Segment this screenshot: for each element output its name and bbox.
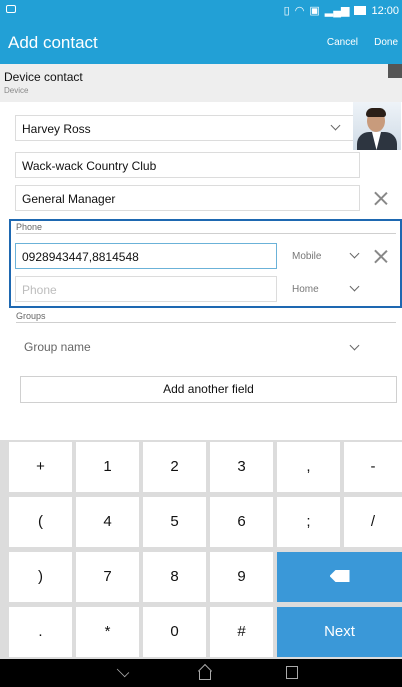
- company-field[interactable]: Wack-wack Country Club: [15, 152, 360, 178]
- contact-photo[interactable]: [353, 102, 401, 150]
- key-close-paren[interactable]: ): [9, 552, 72, 602]
- key-slash[interactable]: /: [344, 497, 402, 547]
- phone-type-1[interactable]: Mobile: [292, 251, 321, 262]
- page-title: Add contact: [8, 33, 98, 52]
- phone-section-label: Phone: [16, 222, 43, 232]
- job-title-field[interactable]: General Manager: [15, 185, 360, 211]
- key-semicolon[interactable]: ;: [277, 497, 340, 547]
- wifi-icon: ◠: [294, 5, 305, 17]
- add-another-field-button[interactable]: Add another field: [20, 376, 397, 403]
- home-icon[interactable]: [198, 665, 212, 680]
- backspace-icon: [329, 570, 350, 582]
- key-plus[interactable]: +: [9, 442, 72, 492]
- key-9[interactable]: 9: [210, 552, 273, 602]
- key-6[interactable]: 6: [210, 497, 273, 547]
- phone-type-1-chevron-icon[interactable]: [350, 250, 360, 260]
- clock: 12:00: [371, 4, 399, 17]
- battery-icon: [354, 6, 367, 15]
- hide-keyboard-icon[interactable]: [116, 664, 130, 678]
- groups-divider: [16, 322, 396, 323]
- key-7[interactable]: 7: [76, 552, 139, 602]
- key-5[interactable]: 5: [143, 497, 206, 547]
- status-bar: ▯ ◠ ▣ ▂▄▆ 12:00: [0, 0, 402, 22]
- key-star[interactable]: *: [76, 607, 139, 657]
- key-minus[interactable]: -: [344, 442, 402, 492]
- status-icons: ▯ ◠ ▣ ▂▄▆ 12:00: [283, 4, 399, 18]
- keyboard-notification-icon: [6, 5, 16, 13]
- sim-icon: ▣: [309, 5, 320, 17]
- phone-input-2[interactable]: Phone: [15, 276, 277, 302]
- vibrate-icon: ▯: [283, 5, 290, 17]
- phone-input-1[interactable]: 0928943447,8814548: [15, 243, 277, 269]
- name-field[interactable]: Harvey Ross: [15, 115, 355, 141]
- key-4[interactable]: 4: [76, 497, 139, 547]
- groups-section-label: Groups: [16, 311, 46, 321]
- cancel-button[interactable]: Cancel: [327, 37, 358, 48]
- backspace-key[interactable]: [277, 552, 402, 602]
- group-chevron-icon[interactable]: [350, 342, 360, 352]
- numeric-keyboard: + 1 2 3 , - ( 4 5 6 ; / ) 7 8 9 . * 0 # …: [0, 440, 402, 659]
- key-8[interactable]: 8: [143, 552, 206, 602]
- phone-type-2[interactable]: Home: [292, 284, 319, 295]
- phone-type-2-chevron-icon[interactable]: [350, 283, 360, 293]
- navigation-bar: [0, 659, 402, 687]
- name-expand-chevron-icon[interactable]: [331, 122, 341, 132]
- account-selector[interactable]: Device contact Device: [0, 64, 402, 102]
- account-corner-indicator: [388, 64, 402, 78]
- group-name-selector[interactable]: Group name: [24, 340, 91, 354]
- key-hash[interactable]: #: [210, 607, 273, 657]
- done-button[interactable]: Done: [374, 37, 398, 48]
- phone-divider: [16, 233, 396, 234]
- next-key[interactable]: Next: [277, 607, 402, 657]
- key-3[interactable]: 3: [210, 442, 273, 492]
- account-type: Device: [4, 86, 29, 95]
- key-comma[interactable]: ,: [277, 442, 340, 492]
- remove-title-icon[interactable]: [374, 191, 388, 205]
- key-0[interactable]: 0: [143, 607, 206, 657]
- signal-icon: ▂▄▆: [324, 5, 350, 17]
- key-2[interactable]: 2: [143, 442, 206, 492]
- account-name: Device contact: [4, 70, 83, 84]
- key-period[interactable]: .: [9, 607, 72, 657]
- key-open-paren[interactable]: (: [9, 497, 72, 547]
- remove-phone-icon[interactable]: [374, 249, 388, 263]
- app-bar: Add contact Cancel Done: [0, 22, 402, 64]
- recent-apps-icon[interactable]: [286, 666, 298, 679]
- key-1[interactable]: 1: [76, 442, 139, 492]
